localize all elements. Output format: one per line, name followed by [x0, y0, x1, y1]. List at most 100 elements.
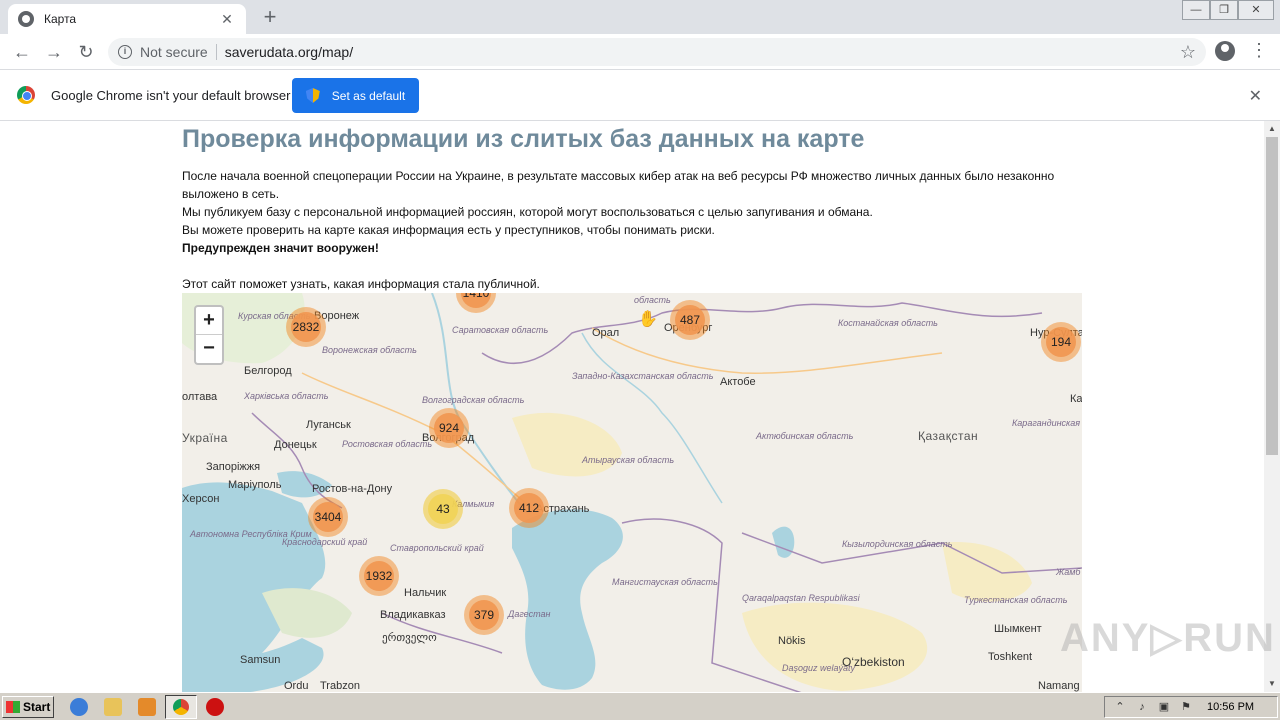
cluster-count: 1410: [461, 293, 491, 308]
region-label: Мангистауская область: [612, 577, 718, 587]
flag-icon[interactable]: ⚑: [1179, 700, 1193, 714]
zoom-out-button[interactable]: −: [196, 335, 222, 363]
region-label: Кызылординская область: [842, 539, 953, 549]
city-label: Херсон: [182, 493, 220, 505]
cluster-count: 412: [514, 493, 544, 523]
close-window-button[interactable]: ✕: [1238, 0, 1274, 20]
region-label: Саратовская область: [452, 325, 549, 335]
cluster-marker[interactable]: 412: [509, 488, 549, 528]
new-tab-button[interactable]: +: [258, 5, 282, 29]
tab-title: Карта: [44, 12, 77, 26]
city-label: O‘zbekiston: [842, 655, 905, 669]
city-label: Toshkent: [988, 651, 1033, 663]
tray-expand-icon[interactable]: ⌃: [1113, 700, 1127, 714]
cluster-marker[interactable]: 3404: [308, 497, 348, 537]
city-label: Ordu: [284, 680, 309, 692]
back-arrow-icon[interactable]: ←: [10, 40, 34, 64]
cluster-marker[interactable]: 43: [423, 489, 463, 529]
browser-toolbar: ← → ↻ i Not secure saverudata.org/map/ ☆…: [0, 34, 1280, 70]
folder-icon[interactable]: [104, 698, 122, 716]
region-label: Жамб облас: [1056, 567, 1082, 577]
aral-sea: [772, 526, 795, 558]
caspian-sea: [512, 509, 623, 690]
profile-avatar-icon[interactable]: [1215, 41, 1235, 61]
scroll-down-arrow-icon[interactable]: ▼: [1264, 676, 1280, 692]
hand-cursor-icon: ✋: [638, 311, 658, 328]
city-label: Ростов-на-Дону: [312, 483, 393, 495]
cluster-count: 43: [428, 494, 458, 524]
default-browser-infobar: Google Chrome isn't your default browser…: [0, 70, 1280, 121]
cluster-count: 487: [675, 305, 705, 335]
city-label: Trabzon: [320, 680, 360, 692]
minimize-button[interactable]: —: [1182, 0, 1210, 20]
country-label: Україна: [182, 431, 228, 445]
city-label: Маріуполь: [228, 479, 282, 491]
set-as-default-button[interactable]: Set as default: [292, 78, 419, 113]
city-label: Ка: [1070, 393, 1082, 405]
region-label: Ставропольский край: [390, 543, 484, 553]
taskbar-chrome-button[interactable]: [165, 695, 197, 719]
scroll-thumb[interactable]: [1266, 137, 1278, 455]
city-label: Белгород: [244, 365, 292, 377]
ie-icon[interactable]: [70, 698, 88, 716]
warning-line: Предупрежден значит вооружен!: [182, 241, 379, 255]
city-label: Нальчик: [404, 587, 447, 599]
chrome-taskbar-icon: [173, 699, 189, 715]
cluster-count: 379: [469, 600, 499, 630]
road-2: [591, 327, 943, 374]
region-label: Ростовская область: [342, 439, 433, 449]
start-button[interactable]: Start: [2, 696, 54, 718]
chrome-logo-icon: [17, 86, 35, 104]
windows-taskbar: Start ⌃ ♪ ▣ ⚑ 10:56 PM: [0, 692, 1280, 720]
region-label: Волгоградская область: [422, 395, 525, 405]
forward-arrow-icon[interactable]: →: [42, 40, 66, 64]
page-title: Проверка информации из слитых баз данных…: [182, 125, 865, 153]
scroll-up-arrow-icon[interactable]: ▲: [1264, 121, 1280, 137]
tab-close-icon[interactable]: ✕: [218, 11, 236, 28]
city-label: Владикавказ: [380, 609, 446, 621]
map-view[interactable]: Курская область Воронежская область Харк…: [182, 293, 1082, 692]
globe-icon: [18, 11, 34, 27]
url-text[interactable]: saverudata.org/map/: [225, 44, 353, 60]
reload-icon[interactable]: ↻: [74, 40, 98, 64]
not-secure-label: Not secure: [140, 44, 208, 60]
info-icon[interactable]: i: [118, 45, 132, 59]
intro-paragraph-3: Вы можете проверить на карте какая инфор…: [182, 223, 715, 237]
tab-strip: Карта ✕ + — ❐ ✕: [0, 0, 1280, 34]
maximize-button[interactable]: ❐: [1210, 0, 1238, 20]
antivirus-icon[interactable]: [206, 698, 224, 716]
cluster-count: 924: [434, 413, 464, 443]
city-label: Донецьк: [274, 439, 317, 451]
cluster-count: 2832: [291, 312, 321, 342]
shield-icon: [305, 88, 320, 103]
clock: 10:56 PM: [1207, 701, 1255, 713]
page-scrollbar[interactable]: ▲ ▼: [1264, 121, 1280, 692]
tab-map[interactable]: Карта ✕: [8, 4, 246, 34]
cluster-count: 3404: [313, 502, 343, 532]
address-bar[interactable]: i Not secure saverudata.org/map/ ☆: [108, 38, 1206, 66]
region-label: Краснодарский край: [282, 537, 368, 547]
network-icon[interactable]: ▣: [1157, 700, 1171, 714]
zoom-in-button[interactable]: +: [196, 307, 222, 335]
system-tray: ⌃ ♪ ▣ ⚑ 10:56 PM: [1104, 696, 1278, 718]
volume-icon[interactable]: ♪: [1135, 700, 1149, 714]
cluster-marker[interactable]: 1932: [359, 556, 399, 596]
address-separator: [215, 44, 217, 60]
cluster-marker[interactable]: 2832: [286, 307, 326, 347]
zoom-control: + −: [194, 305, 224, 365]
region-label: область: [634, 295, 671, 305]
start-label: Start: [23, 700, 51, 714]
cluster-marker[interactable]: 194: [1041, 322, 1081, 362]
cluster-marker[interactable]: 379: [464, 595, 504, 635]
region-label: Туркестанская область: [964, 595, 1068, 605]
infobar-close-icon[interactable]: ✕: [1249, 86, 1262, 106]
city-label: олтава: [182, 391, 218, 403]
cluster-marker[interactable]: 924: [429, 408, 469, 448]
cluster-marker[interactable]: 487: [670, 300, 710, 340]
media-player-icon[interactable]: [138, 698, 156, 716]
bookmark-star-icon[interactable]: ☆: [1180, 42, 1196, 63]
menu-dots-icon[interactable]: ⋮: [1250, 40, 1268, 61]
region-label: Атырауская область: [582, 455, 675, 465]
border-line-2: [481, 302, 1043, 365]
city-label: Актобе: [720, 376, 756, 388]
